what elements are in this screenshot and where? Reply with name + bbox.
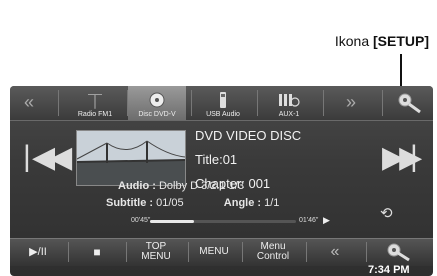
usb-icon bbox=[220, 92, 226, 108]
divider bbox=[191, 90, 192, 116]
callout-prefix: Ikona bbox=[334, 33, 373, 49]
source-next-arrow[interactable]: » bbox=[346, 92, 356, 113]
aux-icon bbox=[279, 94, 300, 107]
divider bbox=[366, 242, 367, 262]
divider bbox=[306, 242, 307, 262]
setup-callout: Ikona [SETUP] bbox=[335, 33, 429, 49]
divider bbox=[382, 90, 383, 116]
source-usb-button[interactable]: USB Audio bbox=[194, 86, 252, 120]
setup-icon bbox=[387, 243, 410, 261]
divider bbox=[257, 90, 258, 116]
divider bbox=[242, 242, 243, 262]
audio-info: Audio : Dolby D 3/2.1 1/3 bbox=[118, 180, 244, 192]
source-aux-button[interactable]: AUX-1 bbox=[260, 86, 318, 120]
title-number: Title:01 bbox=[195, 152, 238, 167]
progress-bar[interactable] bbox=[150, 220, 296, 223]
setup-button-bottom[interactable] bbox=[368, 238, 430, 265]
play-indicator-icon: ▶ bbox=[323, 215, 330, 225]
setup-button[interactable] bbox=[390, 88, 430, 118]
setup-icon bbox=[398, 93, 421, 114]
play-pause-button[interactable]: ▶/II bbox=[14, 238, 62, 265]
elapsed-time: 00'45" bbox=[131, 217, 151, 224]
prev-bar-icon: | bbox=[23, 140, 31, 173]
antenna-icon: ⏉ bbox=[88, 94, 102, 110]
top-menu-button[interactable]: TOP MENU bbox=[128, 238, 184, 265]
video-thumbnail bbox=[76, 130, 186, 186]
source-aux-label: AUX-1 bbox=[278, 111, 300, 118]
disc-icon bbox=[149, 92, 165, 108]
divider bbox=[58, 90, 59, 116]
source-radio-button[interactable]: ⏉ Radio FM1 bbox=[66, 86, 124, 120]
prev-chapter-icon[interactable]: ◀◀ bbox=[32, 140, 72, 175]
audio-value: Dolby D 3/2.1 1/3 bbox=[158, 180, 244, 192]
audio-label: Audio : bbox=[118, 180, 156, 192]
progress-fill bbox=[150, 220, 194, 223]
angle-label: Angle : bbox=[223, 197, 262, 209]
clock: 7:34 PM bbox=[368, 264, 410, 276]
disc-type-label: DVD VIDEO DISC bbox=[195, 128, 302, 143]
divider bbox=[126, 242, 127, 262]
stop-button[interactable]: ■ bbox=[72, 238, 122, 265]
bridge-scene-image bbox=[77, 131, 185, 185]
divider bbox=[188, 242, 189, 262]
source-disc-button[interactable]: Disc DVD-V bbox=[128, 86, 186, 120]
menu-control-button[interactable]: Menu Control bbox=[244, 238, 302, 265]
remaining-time: 01'46" bbox=[299, 217, 319, 224]
angle-value: 1/1 bbox=[264, 197, 280, 209]
callout-label: [SETUP] bbox=[373, 33, 429, 49]
subtitle-label: Subtitle : bbox=[106, 197, 154, 209]
divider bbox=[323, 90, 324, 116]
subtitle-value: 01/05 bbox=[156, 197, 184, 209]
repeat-icon[interactable]: ⟲ bbox=[380, 204, 393, 222]
source-radio-label: Radio FM1 bbox=[77, 111, 113, 118]
next-bar-icon: | bbox=[410, 140, 418, 173]
back-button[interactable]: « bbox=[310, 238, 360, 265]
menu-button[interactable]: MENU bbox=[190, 238, 238, 265]
source-prev-arrow[interactable]: « bbox=[24, 92, 34, 113]
source-disc-label: Disc DVD-V bbox=[138, 111, 176, 118]
head-unit-screen: « ⏉ Radio FM1 Disc DVD-V USB Audio AUX-1… bbox=[10, 86, 433, 276]
divider bbox=[68, 242, 69, 262]
source-usb-label: USB Audio bbox=[206, 111, 240, 118]
subtitle-info: Subtitle : 01/05 Angle : 1/1 bbox=[106, 197, 279, 209]
